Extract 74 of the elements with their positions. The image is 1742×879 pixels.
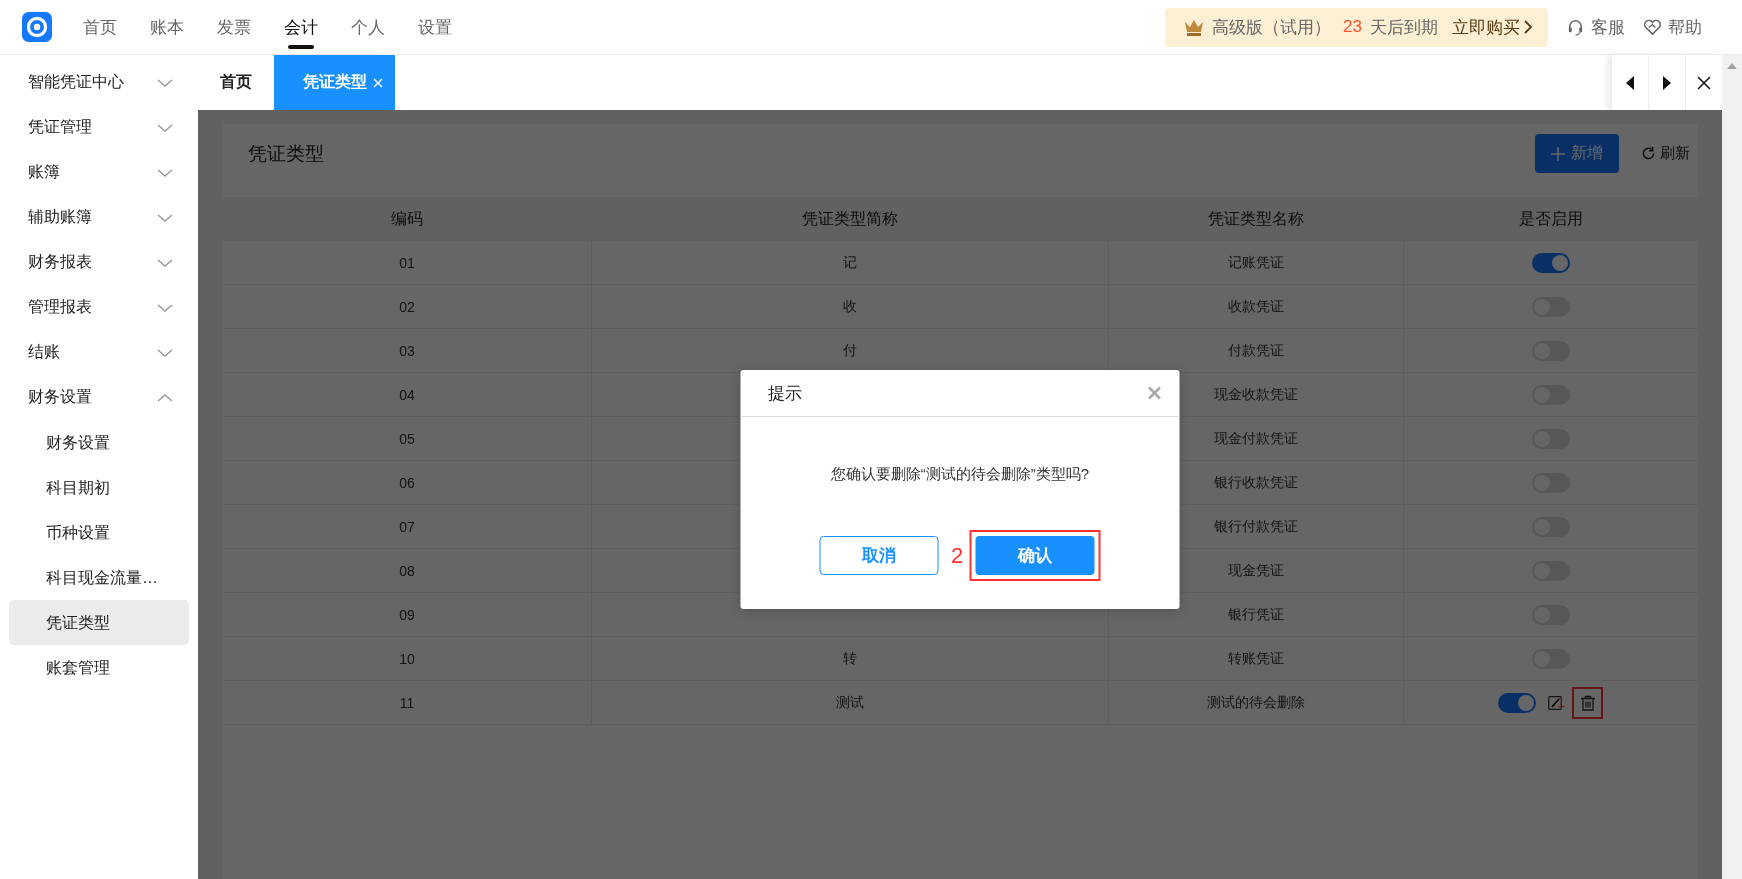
sidebar-item[interactable]: 账套管理 <box>9 645 189 690</box>
table-cell: 10 <box>223 636 592 681</box>
table-cell: 06 <box>223 460 592 505</box>
sidebar-group[interactable]: 管理报表 <box>0 285 198 330</box>
nav-tab[interactable]: 账本 <box>145 0 189 55</box>
column-header: 凭证类型简称 <box>591 197 1108 241</box>
caret-left-icon <box>1626 75 1634 90</box>
app-logo <box>22 12 52 42</box>
table-cell: 转账凭证 <box>1108 636 1403 681</box>
sidebar-group[interactable]: 智能凭证中心 <box>0 60 198 105</box>
step-number: 2 <box>950 542 964 569</box>
table-cell: 01 <box>223 241 592 285</box>
days-count: 23 <box>1343 17 1362 37</box>
close-icon <box>1697 75 1711 90</box>
column-header: 编码 <box>223 197 592 241</box>
edition-label: 高级版（试用） <box>1212 16 1332 39</box>
column-header: 是否启用 <box>1403 197 1698 241</box>
table-cell: 03 <box>223 328 592 373</box>
nav-tab[interactable]: 发票 <box>212 0 256 55</box>
nav-tab[interactable]: 设置 <box>413 0 457 55</box>
table-cell: 记 <box>591 241 1108 285</box>
table-cell: 09 <box>223 592 592 637</box>
previous-tab-button[interactable] <box>1611 55 1648 110</box>
sidebar-item[interactable]: 科目现金流量… <box>9 555 189 600</box>
page-tab[interactable]: 首页 <box>198 55 274 110</box>
sidebar-group[interactable]: 账簿 <box>0 150 198 195</box>
sidebar-group[interactable]: 财务报表 <box>0 240 198 285</box>
close-button[interactable] <box>1145 384 1164 402</box>
table-cell: 05 <box>223 416 592 461</box>
headset-icon <box>1566 17 1585 37</box>
sidebar-group[interactable]: 结账 <box>0 330 198 375</box>
refresh-icon <box>1641 146 1656 161</box>
dialog-message: 您确认要删除“测试的待会删除”类型吗? <box>829 465 1091 484</box>
close-tabs-button[interactable] <box>1685 55 1722 110</box>
sidebar-item[interactable]: 币种设置 <box>9 510 189 555</box>
trash-icon <box>1579 694 1596 711</box>
nav-tab[interactable]: 会计 <box>279 0 323 55</box>
enable-toggle[interactable] <box>1531 252 1570 273</box>
next-tab-button[interactable] <box>1648 55 1685 110</box>
sidebar-item[interactable]: 财务设置 <box>9 420 189 465</box>
sidebar-group[interactable]: 辅助账簿 <box>0 195 198 240</box>
sidebar-item[interactable]: 凭证类型 <box>9 600 189 645</box>
buy-link[interactable]: 立即购买 <box>1452 15 1532 39</box>
nav-tab[interactable]: 首页 <box>78 0 122 55</box>
table-cell: 07 <box>223 504 592 549</box>
close-icon <box>373 77 383 88</box>
table-cell: 记账凭证 <box>1108 241 1403 285</box>
heart-icon <box>1643 18 1662 36</box>
chevron-right-icon <box>1524 20 1532 34</box>
column-header: 凭证类型名称 <box>1108 197 1403 241</box>
table-cell: 测试 <box>591 680 1108 725</box>
table-cell: 转 <box>591 636 1108 681</box>
service-link[interactable]: 客服 <box>1566 15 1625 39</box>
crown-icon <box>1184 18 1205 36</box>
table-cell: 收 <box>591 284 1108 329</box>
page-title: 凭证类型 <box>248 141 325 166</box>
enable-toggle[interactable] <box>1498 692 1537 713</box>
table-cell: 11 <box>223 680 592 725</box>
caret-right-icon <box>1663 75 1671 90</box>
sidebar-group[interactable]: 凭证管理 <box>0 105 198 150</box>
dialog-title: 提示 <box>767 382 802 405</box>
table-cell: 02 <box>223 284 592 329</box>
sidebar-item[interactable]: 科目期初 <box>9 465 189 510</box>
nav-tab[interactable]: 个人 <box>346 0 390 55</box>
expiry-label: 天后到期 <box>1370 16 1438 39</box>
table-cell: 08 <box>223 548 592 593</box>
scroll-up-icon <box>1727 63 1737 69</box>
table-cell: 测试的待会删除 <box>1108 680 1403 725</box>
sidebar-group[interactable]: 财务设置 <box>0 375 198 420</box>
table-cell: 04 <box>223 372 592 417</box>
close-icon <box>1147 386 1162 400</box>
help-link[interactable]: 帮助 <box>1643 15 1702 39</box>
table-cell: 收款凭证 <box>1108 284 1403 329</box>
plus-icon <box>1551 146 1565 161</box>
